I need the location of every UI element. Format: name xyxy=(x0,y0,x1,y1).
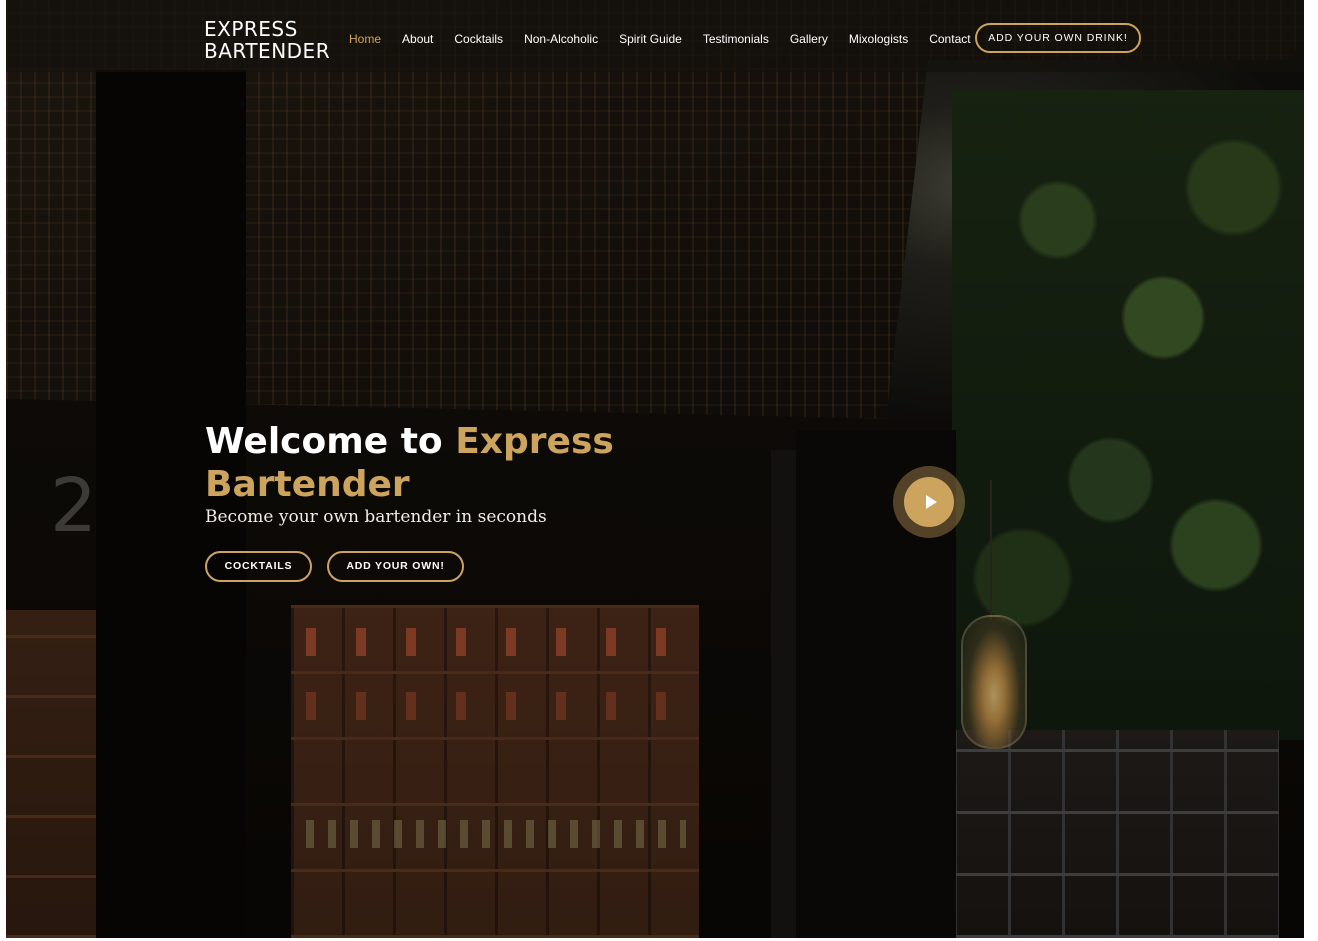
nav-item-cocktails[interactable]: Cocktails xyxy=(454,31,503,47)
play-icon xyxy=(925,495,937,509)
hero-title: Welcome to Express Bartender xyxy=(205,420,625,506)
nav-item-spirit-guide[interactable]: Spirit Guide xyxy=(619,31,682,47)
dark-overlay xyxy=(6,0,1304,938)
hero-subtitle: Become your own bartender in seconds xyxy=(205,507,547,527)
nav-item-non-alcoholic[interactable]: Non-Alcoholic xyxy=(524,31,598,47)
play-video-button[interactable] xyxy=(893,466,965,538)
nav-item-about[interactable]: About xyxy=(402,31,433,47)
site-header: EXPRESS BARTENDER Home About Cocktails N… xyxy=(6,0,1304,72)
add-your-own-drink-button[interactable]: ADD YOUR OWN DRINK! xyxy=(975,23,1141,53)
cocktails-button[interactable]: COCKTAILS xyxy=(205,551,312,582)
page: 2 EXPRESS BARTENDER Home About Cocktails… xyxy=(6,0,1304,938)
nav-item-contact[interactable]: Contact xyxy=(929,31,970,47)
nav-item-testimonials[interactable]: Testimonials xyxy=(703,31,769,47)
brand-logo[interactable]: EXPRESS BARTENDER xyxy=(204,18,330,62)
add-your-own-button[interactable]: ADD YOUR OWN! xyxy=(327,551,464,582)
nav-item-gallery[interactable]: Gallery xyxy=(790,31,828,47)
nav-item-mixologists[interactable]: Mixologists xyxy=(849,31,908,47)
play-button-circle xyxy=(904,477,954,527)
main-nav: Home About Cocktails Non-Alcoholic Spiri… xyxy=(349,31,992,47)
hero-title-prefix: Welcome to xyxy=(205,421,456,462)
nav-item-home[interactable]: Home xyxy=(349,31,381,47)
brand-line-1: EXPRESS xyxy=(204,17,298,41)
brand-line-2: BARTENDER xyxy=(204,39,331,63)
hero-background-image: 2 xyxy=(6,0,1304,938)
